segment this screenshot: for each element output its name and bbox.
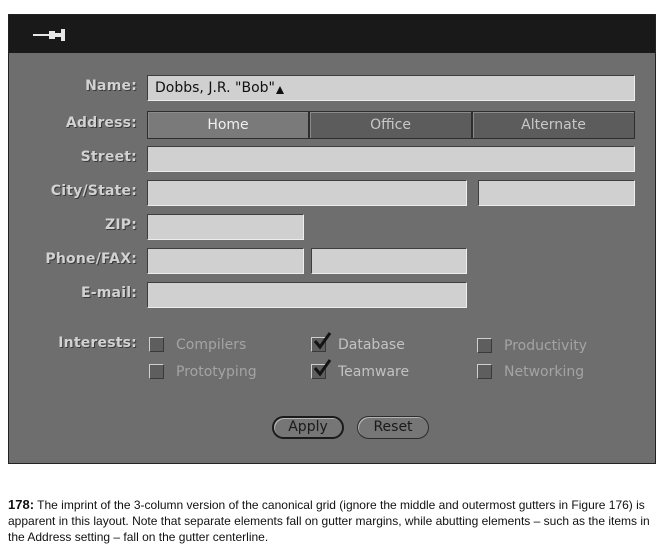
caption-number: 178:	[8, 497, 35, 512]
street-field[interactable]	[147, 146, 635, 172]
interest-label: Compilers	[176, 337, 247, 353]
zip-label: ZIP:	[104, 217, 137, 233]
interest-label: Productivity	[504, 338, 587, 354]
interest-label: Prototyping	[176, 364, 257, 380]
phone-field[interactable]	[147, 248, 304, 274]
checkbox[interactable]	[477, 338, 492, 353]
city-state-label: City/State:	[50, 183, 137, 199]
checkmark-icon	[313, 332, 332, 350]
name-field[interactable]: Dobbs, J.R. "Bob"	[147, 75, 635, 101]
interest-label: Database	[338, 337, 405, 353]
name-label: Name:	[85, 78, 137, 94]
checkmark-icon	[313, 359, 332, 377]
interests-label: Interests:	[58, 335, 137, 351]
form-window: Name: Dobbs, J.R. "Bob" Address: Home Of…	[8, 14, 656, 464]
interest-label: Teamware	[338, 364, 410, 380]
address-label: Address:	[65, 115, 137, 131]
address-option-home[interactable]: Home	[147, 111, 309, 139]
zip-field[interactable]	[147, 214, 304, 240]
address-option-alternate[interactable]: Alternate	[472, 111, 635, 139]
email-field[interactable]	[147, 282, 467, 308]
checkbox[interactable]	[149, 337, 164, 352]
state-field[interactable]	[478, 180, 635, 206]
name-value: Dobbs, J.R. "Bob"	[155, 80, 275, 96]
caption-text: The imprint of the 3-column version of t…	[8, 498, 650, 544]
city-field[interactable]	[147, 180, 467, 206]
window-titlebar	[9, 15, 655, 53]
checkbox[interactable]	[149, 364, 164, 379]
apply-button[interactable]: Apply	[272, 416, 344, 439]
reset-button[interactable]: Reset	[357, 416, 429, 439]
figure-caption: 178: The imprint of the 3-column version…	[8, 497, 658, 545]
checkbox[interactable]	[477, 364, 492, 379]
text-caret	[275, 86, 284, 94]
interest-label: Networking	[504, 364, 585, 380]
address-option-office[interactable]: Office	[309, 111, 472, 139]
pushpin-icon[interactable]	[31, 27, 71, 43]
street-label: Street:	[80, 149, 137, 165]
email-label: E-mail:	[80, 285, 137, 301]
phone-fax-label: Phone/FAX:	[45, 251, 137, 267]
fax-field[interactable]	[311, 248, 467, 274]
